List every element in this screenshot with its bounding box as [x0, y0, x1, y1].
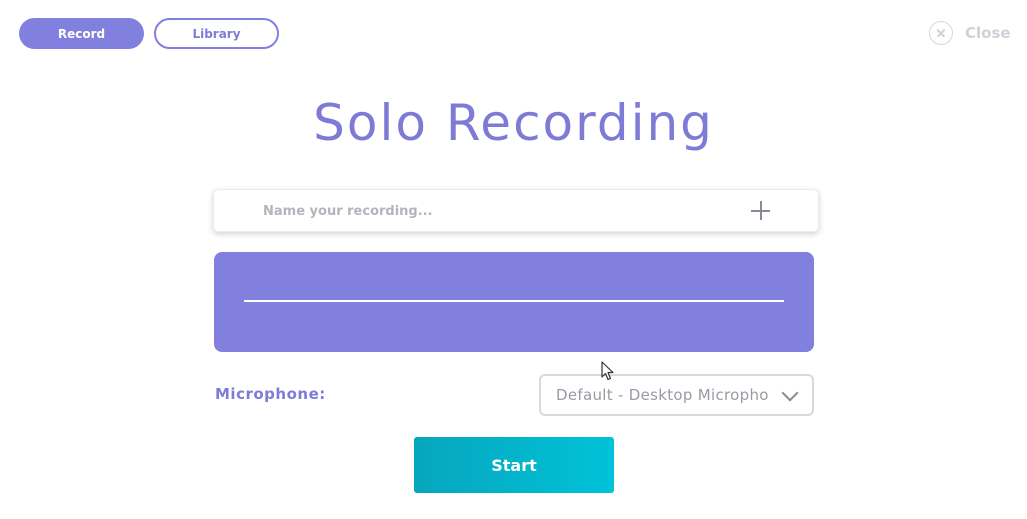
waveform-display	[214, 252, 814, 352]
waveform-line	[244, 300, 784, 302]
plus-icon[interactable]	[751, 201, 770, 220]
microphone-select[interactable]: Default - Desktop Microphone	[539, 374, 814, 416]
chevron-down-icon	[781, 384, 799, 402]
page-title: Solo Recording	[313, 94, 714, 152]
mouse-cursor-icon	[601, 361, 614, 381]
recording-name-input[interactable]	[261, 190, 745, 233]
close-button[interactable]: Close	[929, 18, 1011, 48]
start-button[interactable]: Start	[414, 437, 614, 493]
microphone-selected-value: Default - Desktop Microphone	[556, 386, 768, 404]
recording-name-field[interactable]	[213, 189, 819, 233]
close-icon[interactable]	[929, 21, 953, 45]
close-label[interactable]: Close	[965, 24, 1011, 42]
tab-record[interactable]: Record	[19, 18, 144, 49]
tab-library[interactable]: Library	[154, 18, 279, 49]
microphone-label: Microphone:	[215, 385, 326, 403]
